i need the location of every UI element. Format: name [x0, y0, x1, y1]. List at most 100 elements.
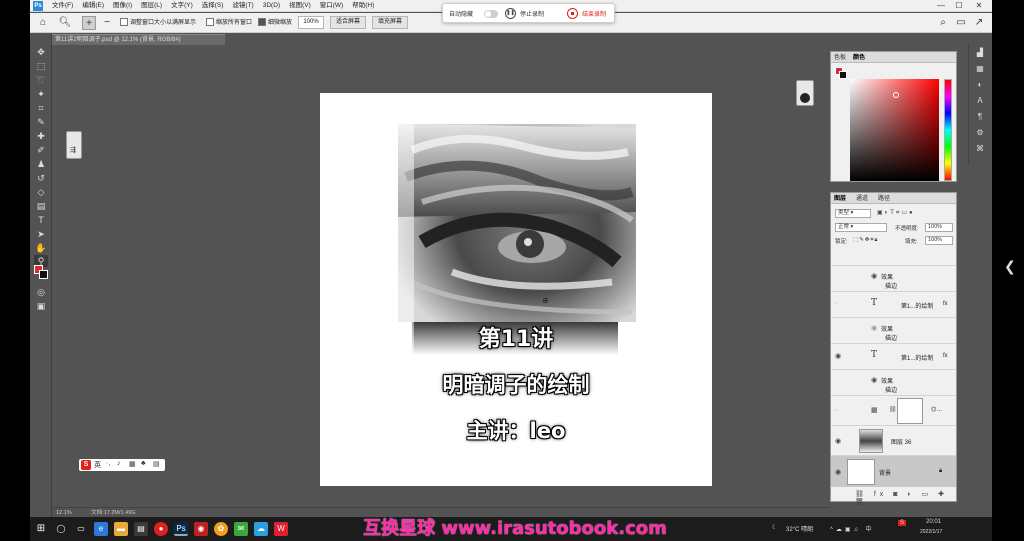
histogram-mini-panel[interactable]: [796, 80, 814, 106]
side-arrow-icon[interactable]: ❮: [1004, 258, 1016, 275]
menu-item[interactable]: 编辑(E): [82, 0, 104, 12]
histogram-icon[interactable]: ▟: [974, 48, 986, 58]
paragraph-icon[interactable]: ¶: [974, 112, 986, 122]
libraries-icon[interactable]: ▦: [974, 64, 986, 74]
ime-menu-icon[interactable]: ▤: [153, 460, 160, 468]
path-selection-icon[interactable]: ➤: [34, 228, 48, 240]
menu-item[interactable]: 文件(F): [52, 0, 73, 12]
tab-layers[interactable]: 图层: [834, 195, 846, 203]
home-icon[interactable]: ⌂: [36, 16, 50, 30]
document-tab[interactable]: 第11讲2明暗调子.psd @ 12.1% (背景, RGB/8#): [51, 34, 225, 45]
effect-eye-icon[interactable]: ◉: [871, 272, 877, 280]
recorder-icon[interactable]: ◉: [194, 522, 208, 536]
fill-field[interactable]: 100%: [925, 236, 953, 245]
character-icon[interactable]: A: [974, 96, 986, 106]
ime-punct-icon[interactable]: ·,: [106, 460, 110, 467]
screen-mode-icon[interactable]: ▣: [34, 300, 48, 312]
properties-mini-icon[interactable]: ⇶: [70, 146, 76, 154]
tab-color[interactable]: 颜色: [853, 54, 865, 62]
text-tool-icon[interactable]: T: [34, 214, 48, 226]
zoom-in-icon[interactable]: +: [82, 16, 96, 30]
hue-slider[interactable]: [944, 79, 952, 181]
tab-channels[interactable]: 通道: [856, 195, 868, 203]
brush-settings-icon[interactable]: ⌘: [974, 144, 986, 154]
layer-row[interactable]: ◉ 图层 36: [831, 425, 956, 455]
layer-kind-filter[interactable]: 类型 ▾: [835, 209, 871, 218]
history-brush-icon[interactable]: ↺: [34, 172, 48, 184]
color-picker-ring[interactable]: [893, 92, 899, 98]
layers-footer-icons[interactable]: ⛓ fx ◙ ◐ ▭ ✚ 🗑: [855, 490, 956, 506]
resize-window-checkbox[interactable]: [120, 18, 128, 26]
menu-item[interactable]: 图层(L): [141, 0, 162, 12]
clock-date[interactable]: 2022/1/17: [920, 529, 942, 535]
marquee-tool-icon[interactable]: ⬚: [34, 60, 48, 72]
visibility-off-icon[interactable]: ▫: [835, 407, 837, 414]
menu-item[interactable]: 滤镜(T): [232, 0, 253, 12]
photoshop-taskbar-icon[interactable]: Ps: [174, 522, 188, 536]
microphone-icon[interactable]: ♪: [117, 460, 121, 467]
blend-mode-select[interactable]: 正常 ▾: [835, 223, 887, 232]
stop-recording-button[interactable]: 结束录制: [582, 9, 606, 18]
visibility-off-icon[interactable]: ▫: [835, 300, 837, 307]
layer-row[interactable]: ▫ ▦ ⛓ ⌬…: [831, 395, 956, 425]
lasso-tool-icon[interactable]: ➰: [34, 74, 48, 86]
eraser-tool-icon[interactable]: ◇: [34, 186, 48, 198]
panel-bg-swatch[interactable]: [839, 71, 847, 79]
tab-paths[interactable]: 路径: [878, 195, 890, 203]
layer-mask-thumbnail[interactable]: [897, 398, 923, 424]
wechat-icon[interactable]: ✉: [234, 522, 248, 536]
eyedropper-tool-icon[interactable]: ✎: [34, 116, 48, 128]
fx-icon[interactable]: fx: [943, 301, 948, 307]
task-view-icon[interactable]: ▭: [74, 522, 88, 536]
tray-icons[interactable]: ^☁▣♫ 中: [830, 524, 875, 533]
canvas-document[interactable]: ⊕ 第11讲 明暗调子的绘制 主讲：leo: [320, 93, 712, 486]
clock-time[interactable]: 20:01: [926, 519, 941, 525]
qq-icon[interactable]: ☁: [254, 522, 268, 536]
media-icon[interactable]: ✿: [214, 522, 228, 536]
weather-text[interactable]: 32°C 晴朗: [786, 524, 813, 533]
zoom-out-icon[interactable]: −: [100, 16, 114, 30]
visibility-icon[interactable]: ◉: [835, 437, 841, 445]
pause-icon[interactable]: ❚❚: [505, 8, 516, 19]
share-icon[interactable]: ↗: [972, 16, 986, 30]
skin-icon[interactable]: ♣: [141, 460, 146, 467]
auto-hide-toggle[interactable]: [484, 10, 498, 18]
file-explorer-icon[interactable]: ▬: [114, 522, 128, 536]
layer-row-selected[interactable]: ◉ 背景 🔒︎: [831, 455, 956, 487]
fx-icon[interactable]: fx: [943, 353, 948, 359]
fill-screen-button[interactable]: 填充屏幕: [372, 16, 408, 29]
lock-icons[interactable]: ⬚✎✥⌗🔒︎: [853, 237, 878, 244]
menu-item[interactable]: 帮助(H): [352, 0, 374, 12]
effect-eye-icon[interactable]: ◉: [871, 324, 877, 332]
fit-screen-button[interactable]: 适合屏幕: [330, 16, 366, 29]
layer-row[interactable]: ◉ 效果 描边: [831, 369, 956, 395]
properties-icon[interactable]: ⚙: [974, 128, 986, 138]
pause-recording-button[interactable]: 停止录制: [520, 9, 544, 18]
search-icon[interactable]: ◯: [54, 522, 68, 536]
ime-cn-icon[interactable]: 英: [94, 460, 101, 470]
background-layer-thumbnail[interactable]: [847, 459, 875, 485]
gradient-tool-icon[interactable]: ▤: [34, 200, 48, 212]
keyboard-icon[interactable]: ▦: [129, 460, 136, 468]
background-color-swatch[interactable]: [39, 270, 48, 279]
maximize-button[interactable]: ☐: [952, 0, 966, 12]
menu-item[interactable]: 视图(V): [289, 0, 311, 12]
search-icon[interactable]: ⌕: [936, 16, 950, 30]
menu-item[interactable]: 选择(S): [202, 0, 224, 12]
record-icon[interactable]: ●: [154, 522, 168, 536]
scrubby-zoom-checkbox[interactable]: [258, 18, 266, 26]
menu-item[interactable]: 3D(D): [263, 0, 280, 12]
zoom-tool-icon[interactable]: 🔍︎: [58, 16, 72, 30]
image-layer-thumbnail[interactable]: [859, 429, 883, 453]
layer-row[interactable]: ◉ T 第1...的绘制 fx: [831, 343, 956, 369]
mini-floating-panel[interactable]: ⇶: [66, 131, 82, 159]
effect-eye-icon[interactable]: ◉: [871, 376, 877, 384]
visibility-icon[interactable]: ◉: [835, 352, 841, 360]
tab-swatches[interactable]: 色板: [834, 54, 846, 62]
close-button[interactable]: ✕: [972, 0, 986, 12]
move-tool-icon[interactable]: ✥: [34, 46, 48, 58]
sogou-tray-icon[interactable]: S: [898, 520, 907, 526]
magic-wand-tool-icon[interactable]: ✦: [34, 88, 48, 100]
minimize-button[interactable]: —: [934, 0, 948, 12]
start-icon[interactable]: ⊞: [34, 522, 48, 536]
